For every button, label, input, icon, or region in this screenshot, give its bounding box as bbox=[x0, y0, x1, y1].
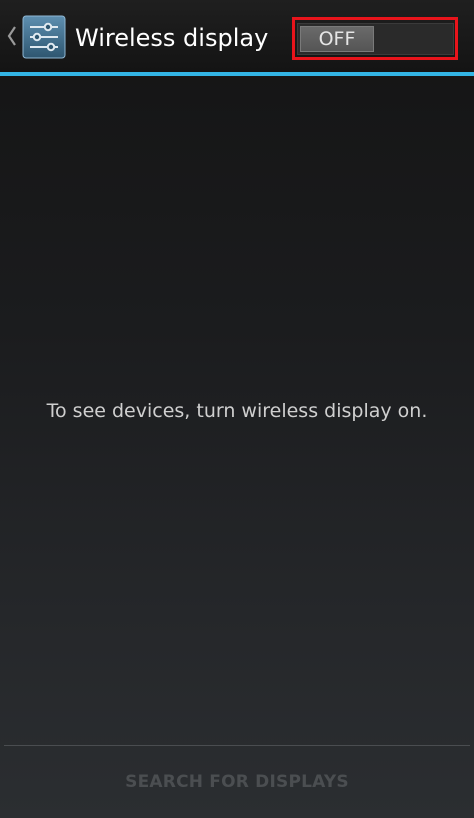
settings-sliders-icon bbox=[22, 15, 66, 59]
search-for-displays-button[interactable]: SEARCH FOR DISPLAYS bbox=[0, 746, 474, 818]
search-for-displays-label: SEARCH FOR DISPLAYS bbox=[125, 772, 349, 792]
action-bar: Wireless display OFF bbox=[0, 0, 474, 72]
back-button[interactable] bbox=[0, 0, 74, 72]
chevron-left-icon bbox=[7, 26, 16, 46]
wireless-display-toggle[interactable]: OFF bbox=[297, 23, 454, 55]
page-title: Wireless display bbox=[75, 24, 269, 52]
action-bar-divider bbox=[0, 72, 474, 76]
empty-state-message: To see devices, turn wireless display on… bbox=[46, 400, 428, 422]
toggle-thumb: OFF bbox=[300, 26, 374, 52]
wireless-display-screen: Wireless display OFF To see devices, tur… bbox=[0, 0, 474, 818]
